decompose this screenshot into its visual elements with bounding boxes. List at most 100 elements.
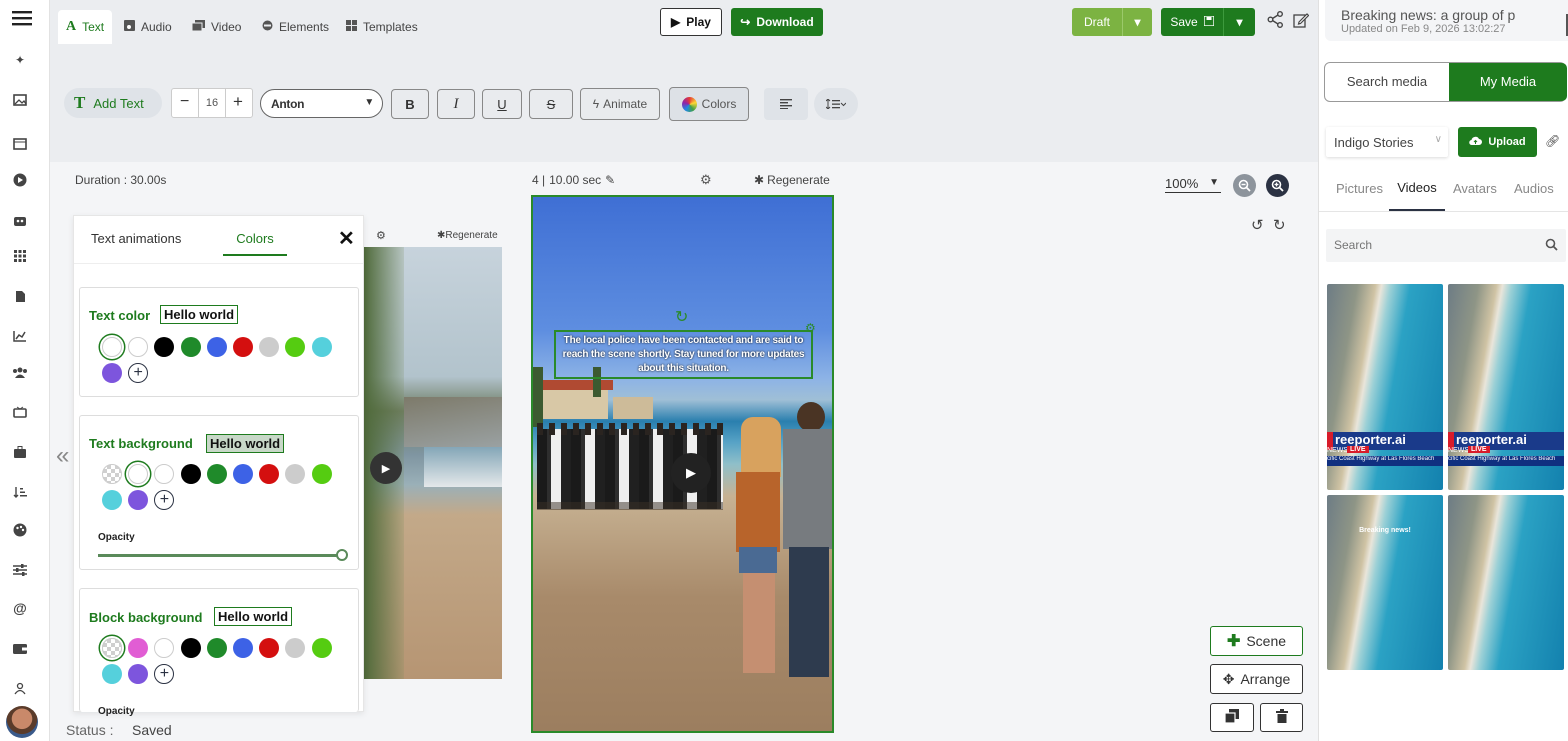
tab-videos[interactable]: Videos <box>1389 173 1445 211</box>
media-search-field[interactable] <box>1326 229 1566 262</box>
tab-audios[interactable]: Audios <box>1514 181 1554 196</box>
settings-icon[interactable]: ⚙ <box>376 229 386 242</box>
folder-select[interactable]: Indigo Stories ∨ <box>1326 127 1448 157</box>
play-circle-icon[interactable]: ▶ <box>370 452 402 484</box>
scene-duration[interactable]: 10.00 sec <box>549 173 601 187</box>
strikethrough-button[interactable]: S <box>529 89 573 119</box>
tab-pictures[interactable]: Pictures <box>1336 181 1383 196</box>
play-circle-icon[interactable] <box>11 172 29 188</box>
download-button[interactable]: ↪ Download <box>731 8 823 36</box>
color-swatch[interactable] <box>128 337 149 357</box>
link-icon[interactable]: 🔗︎ <box>1545 134 1560 148</box>
add-color-icon[interactable]: + <box>128 363 149 383</box>
plus-icon[interactable]: + <box>233 92 243 112</box>
caption-text[interactable]: The local police have been contacted and… <box>554 330 813 379</box>
media-search-input[interactable] <box>1334 235 1534 255</box>
avatar[interactable] <box>6 706 38 738</box>
color-swatch[interactable] <box>233 337 253 357</box>
color-swatch[interactable] <box>154 337 175 357</box>
tab-audio[interactable]: Audio <box>116 10 180 44</box>
undo-icon[interactable]: ↺ <box>1251 216 1264 234</box>
tv-icon[interactable] <box>11 404 29 420</box>
add-color-icon[interactable]: + <box>154 664 175 684</box>
upload-button[interactable]: Upload <box>1458 127 1537 157</box>
regenerate-small-button[interactable]: ✱Regenerate <box>437 230 498 241</box>
bold-button[interactable]: B <box>391 89 429 119</box>
color-swatch[interactable] <box>285 337 306 357</box>
color-swatch[interactable] <box>311 337 332 357</box>
color-swatch[interactable] <box>102 363 122 383</box>
align-left-icon[interactable] <box>764 88 808 120</box>
zoom-out-icon[interactable] <box>1233 174 1256 197</box>
color-swatch[interactable] <box>259 638 280 658</box>
color-swatch[interactable] <box>180 638 201 658</box>
color-swatch[interactable] <box>128 464 149 484</box>
color-swatch[interactable] <box>206 464 227 484</box>
document-icon[interactable] <box>11 288 29 304</box>
edit-icon[interactable] <box>1293 12 1310 31</box>
minus-icon[interactable]: − <box>180 93 189 111</box>
sort-icon[interactable] <box>11 484 29 500</box>
draft-button[interactable]: Draft <box>1072 8 1122 36</box>
color-swatch[interactable] <box>102 337 122 357</box>
color-swatch[interactable] <box>128 664 149 684</box>
scene-canvas[interactable]: The local police have been contacted and… <box>531 195 834 733</box>
settings-icon[interactable]: ⚙ <box>700 172 712 188</box>
film-icon[interactable] <box>11 136 29 152</box>
menu-icon[interactable] <box>11 8 33 28</box>
briefcase-icon[interactable] <box>11 444 29 460</box>
wallet-icon[interactable] <box>11 640 29 656</box>
redo-icon[interactable]: ↻ <box>1273 216 1286 234</box>
delete-button[interactable] <box>1260 703 1303 732</box>
color-swatch[interactable] <box>233 464 253 484</box>
search-icon[interactable] <box>1545 238 1558 254</box>
tab-avatars[interactable]: Avatars <box>1453 181 1497 196</box>
arrange-button[interactable]: ✥ Arrange <box>1210 664 1303 694</box>
color-swatch[interactable] <box>259 464 280 484</box>
tab-colors[interactable]: Colors <box>223 221 287 256</box>
close-icon[interactable]: ✕ <box>338 226 355 251</box>
add-color-icon[interactable]: + <box>154 490 175 510</box>
pencil-icon[interactable]: ✎ <box>605 173 615 187</box>
color-swatch[interactable] <box>233 638 253 658</box>
animate-button[interactable]: ϟ Animate <box>580 88 660 120</box>
color-swatch[interactable] <box>180 337 201 357</box>
sliders-icon[interactable] <box>11 562 29 578</box>
project-title[interactable]: Breaking news: a group of p <box>1341 7 1531 23</box>
video-thumbnail[interactable]: Breaking news! <box>1327 495 1443 670</box>
color-swatch[interactable] <box>102 638 122 658</box>
color-swatch[interactable] <box>154 638 175 658</box>
colors-button[interactable]: Colors <box>669 87 749 121</box>
grid-icon[interactable] <box>11 248 29 264</box>
video-thumbnail[interactable]: reeporter.ai NEWS LIVE cific Coast Highw… <box>1327 284 1443 490</box>
save-button[interactable]: Save <box>1161 8 1223 36</box>
video-thumbnail[interactable]: reeporter.ai NEWS LIVE cific Coast Highw… <box>1448 284 1564 490</box>
color-swatch[interactable] <box>259 337 280 357</box>
color-swatch[interactable] <box>154 464 175 484</box>
person-icon[interactable] <box>11 680 29 696</box>
play-button[interactable]: ▶ Play <box>660 8 722 36</box>
settings-icon[interactable]: ⚙ <box>805 321 816 335</box>
tab-elements[interactable]: Elements <box>254 10 337 44</box>
add-text-button[interactable]: T Add Text <box>64 88 162 118</box>
font-size-value[interactable]: 16 <box>198 89 226 117</box>
at-icon[interactable]: @ <box>11 600 29 616</box>
previous-scene-preview[interactable]: ▶ <box>364 247 502 679</box>
color-swatch[interactable] <box>311 464 332 484</box>
draft-dropdown[interactable]: ▾ <box>1122 8 1152 36</box>
palette-icon[interactable] <box>11 522 29 538</box>
tab-text-animations[interactable]: Text animations <box>91 231 181 246</box>
color-swatch[interactable] <box>102 664 122 684</box>
color-swatch[interactable] <box>311 638 332 658</box>
image-icon[interactable] <box>11 92 29 108</box>
color-swatch[interactable] <box>102 490 122 510</box>
collapse-chevron-icon[interactable]: « <box>56 442 69 470</box>
save-dropdown[interactable]: ▾ <box>1223 8 1255 36</box>
share-icon[interactable] <box>1267 11 1284 31</box>
color-swatch[interactable] <box>128 490 149 510</box>
color-swatch[interactable] <box>102 464 122 484</box>
tab-video[interactable]: Video <box>184 10 249 44</box>
zoom-select[interactable]: 100% ▼ <box>1165 176 1221 193</box>
video-thumbnail[interactable] <box>1448 495 1564 670</box>
color-swatch[interactable] <box>180 464 201 484</box>
